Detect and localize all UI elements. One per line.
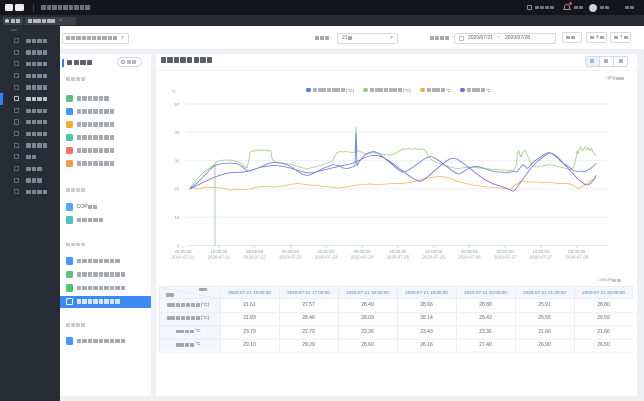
svg-text:0: 0 <box>177 243 180 248</box>
svg-text:2020-07-24: 2020-07-24 <box>351 255 374 260</box>
svg-text:2020-07-21: 2020-07-21 <box>208 255 231 260</box>
svg-text:00:00:00: 00:00:00 <box>497 249 515 254</box>
svg-text:2020-07-23: 2020-07-23 <box>279 255 302 260</box>
svg-text:08:00:00: 08:00:00 <box>568 249 586 254</box>
svg-text:16:00:00: 16:00:00 <box>425 249 443 254</box>
svg-text:00:00:00: 00:00:00 <box>174 249 192 254</box>
svg-text:2020-07-23: 2020-07-23 <box>315 255 338 260</box>
svg-text:2020-07-25: 2020-07-25 <box>422 255 445 260</box>
svg-text:16:00:00: 16:00:00 <box>318 249 336 254</box>
svg-text:2020-07-26: 2020-07-26 <box>458 255 481 260</box>
svg-text:40: 40 <box>174 130 180 135</box>
svg-text:08:00:00: 08:00:00 <box>353 249 371 254</box>
svg-text:2020-07-22: 2020-07-22 <box>243 255 266 260</box>
svg-text:50: 50 <box>174 102 180 107</box>
svg-text:08:00:00: 08:00:00 <box>461 249 479 254</box>
svg-text:2020-07-27: 2020-07-27 <box>494 255 517 260</box>
svg-text:16:00:00: 16:00:00 <box>532 249 550 254</box>
svg-text:00:00:00: 00:00:00 <box>282 249 300 254</box>
svg-text:2020-07-27: 2020-07-27 <box>530 255 553 260</box>
svg-text:10: 10 <box>174 215 180 220</box>
svg-text:2020-07-21: 2020-07-21 <box>172 255 195 260</box>
svg-text:2020-07-28: 2020-07-28 <box>566 255 589 260</box>
svg-text:08:00:00: 08:00:00 <box>246 249 264 254</box>
svg-text:30: 30 <box>174 158 180 163</box>
svg-text:00:00:00: 00:00:00 <box>389 249 407 254</box>
svg-text:2020-07-25: 2020-07-25 <box>387 255 410 260</box>
svg-text:16:00:00: 16:00:00 <box>210 249 228 254</box>
svg-text:20: 20 <box>174 187 180 192</box>
